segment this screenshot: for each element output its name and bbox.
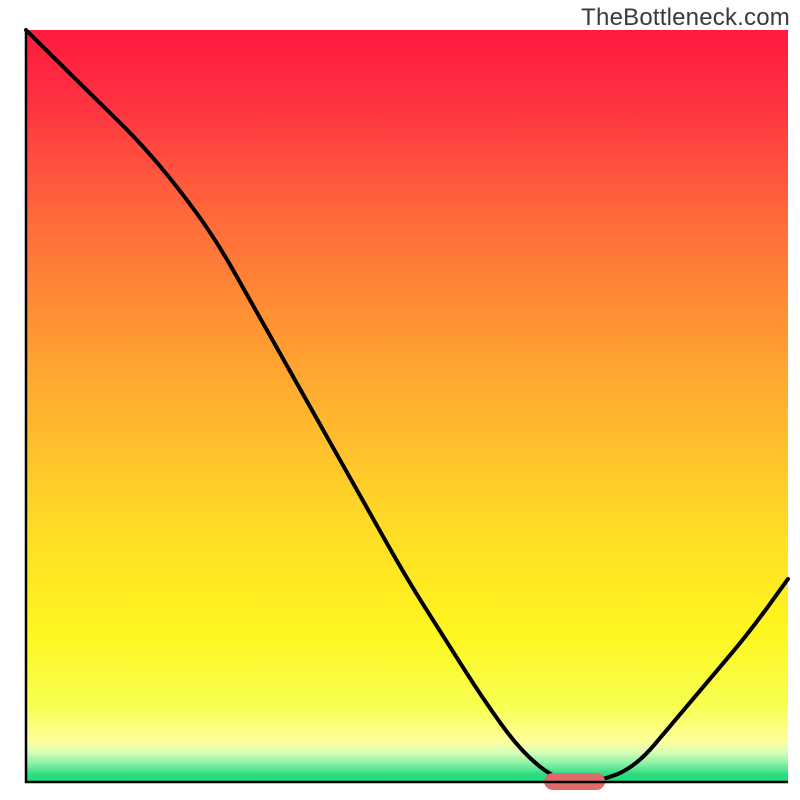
chart-root: TheBottleneck.com — [0, 0, 800, 800]
bottleneck-chart — [0, 0, 800, 800]
watermark-text: TheBottleneck.com — [581, 4, 790, 32]
